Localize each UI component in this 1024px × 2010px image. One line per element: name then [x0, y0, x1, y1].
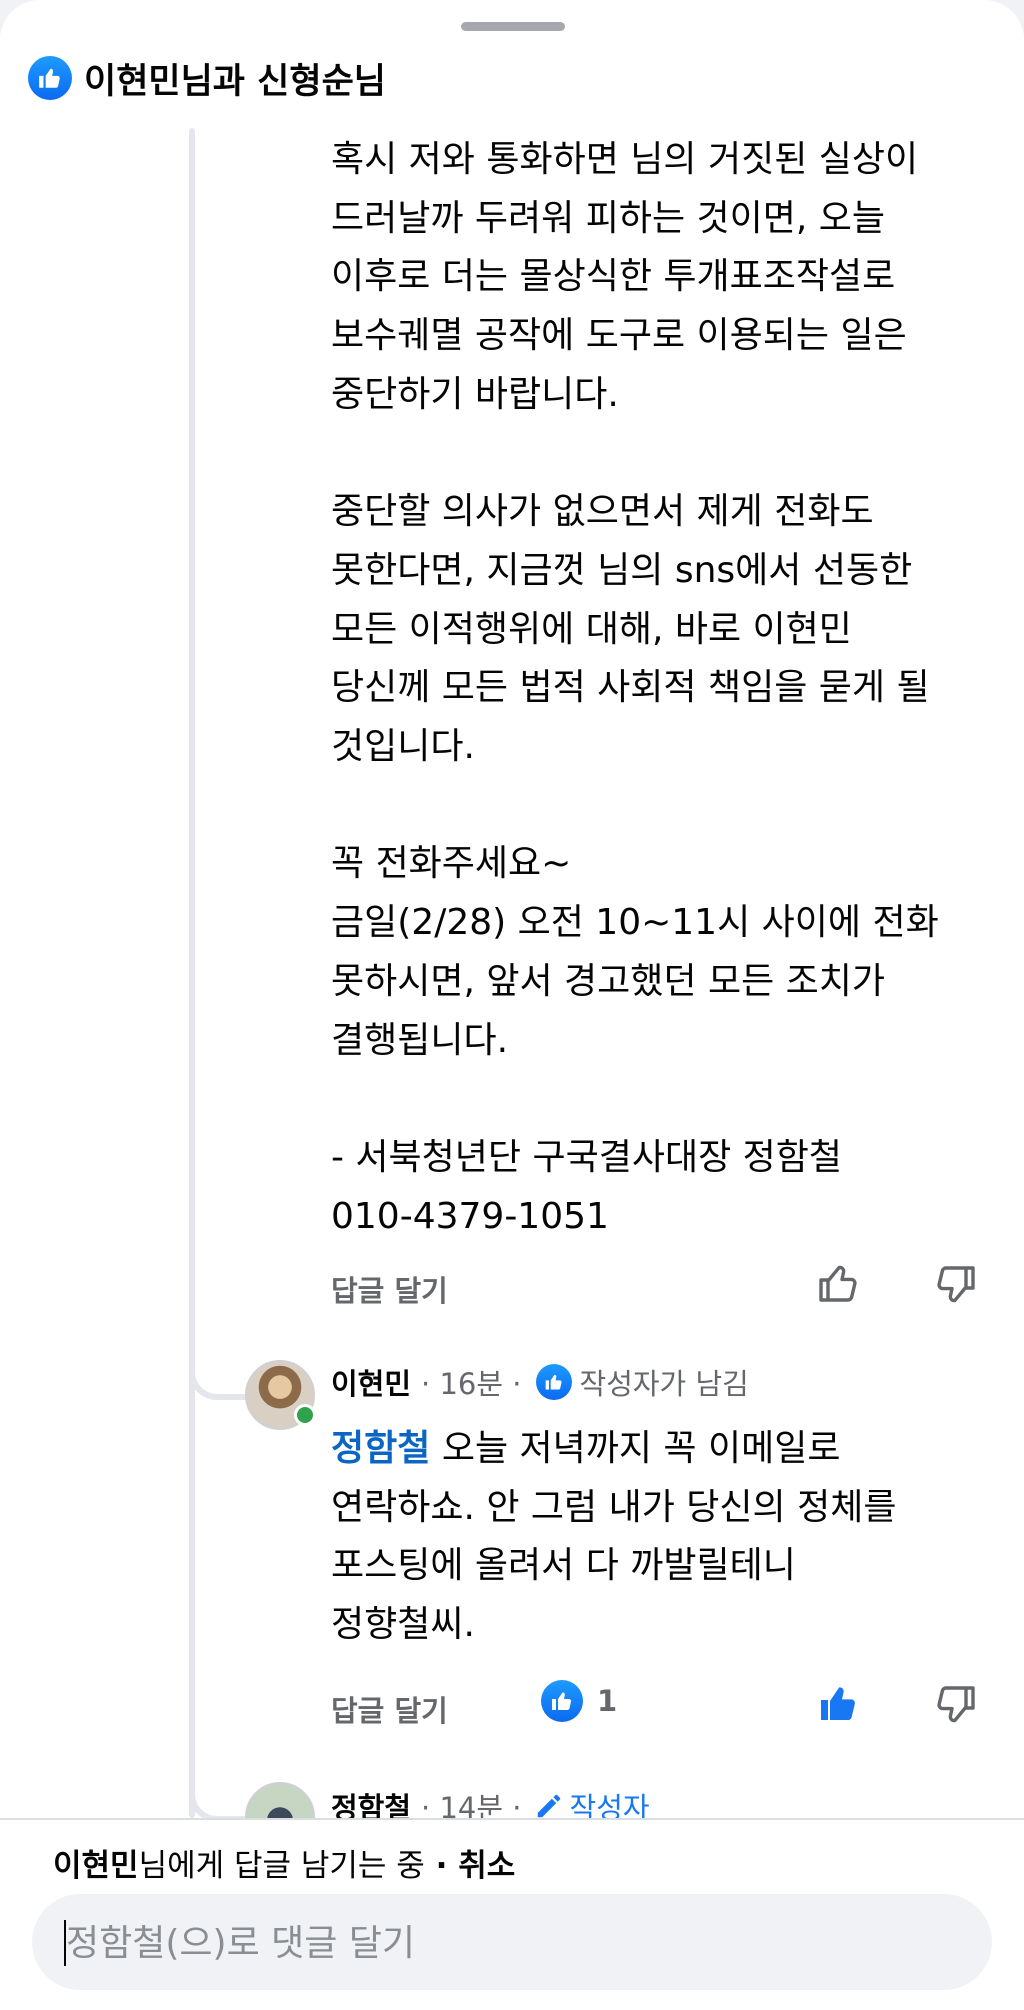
like-count-value: 1 — [597, 1684, 618, 1718]
pencil-icon — [537, 1794, 560, 1818]
upvote-icon[interactable] — [815, 1260, 863, 1308]
upvote-active-icon[interactable] — [815, 1680, 863, 1728]
comment-input-wrapper[interactable] — [32, 1894, 992, 1992]
author-liked-label: 작성자가 남김 — [579, 1367, 749, 1401]
comments-sheet: 이현민님과 신형순님 혹시 저와 통화하면 님의 거짓된 실상이 드러날까 두려… — [0, 0, 1024, 2010]
like-badge-icon — [535, 1364, 572, 1400]
online-status-dot — [294, 1404, 316, 1426]
comment-composer-panel: 이현민님에게 답글 남기는 중 · 취소 — [0, 1818, 1024, 2010]
downvote-icon[interactable] — [931, 1260, 979, 1308]
comment-author[interactable]: 이현민 — [331, 1361, 411, 1403]
comment-body: 정함철 오늘 저녁까지 꼭 이메일로 연락하쇼. 안 그럼 내가 당신의 정체를… — [331, 1420, 1011, 1655]
text-caret — [64, 1920, 66, 1966]
thread-line — [189, 128, 195, 1818]
reactions-title: 이현민님과 신형순님 — [84, 61, 386, 102]
comment-actions: 답글 달기 — [331, 1256, 991, 1316]
reply-button[interactable]: 답글 달기 — [331, 1688, 448, 1730]
like-count-icon — [541, 1680, 583, 1722]
author-liked-badge: 작성자가 남김 — [535, 1361, 749, 1403]
replying-status: 이현민님에게 답글 남기는 중 · 취소 — [53, 1840, 515, 1885]
mention-link[interactable]: 정함철 — [331, 1428, 430, 1469]
comment-body: 혹시 저와 통화하면 님의 거짓된 실상이 드러날까 두려워 피하는 것이면, … — [331, 139, 939, 1237]
like-count[interactable]: 1 — [541, 1680, 617, 1722]
replying-suffix: 님에게 답글 남기는 중 — [138, 1848, 425, 1884]
separator: · — [424, 1848, 459, 1884]
comment-time: · 16분 · — [421, 1367, 522, 1401]
drag-handle[interactable] — [461, 22, 565, 31]
comment-header: 이현민 · 16분 · 작성자가 남김 — [331, 1360, 749, 1404]
cancel-reply-button[interactable]: 취소 — [458, 1848, 515, 1884]
comment-input[interactable] — [64, 1894, 948, 1992]
reply-connector — [189, 1340, 249, 1400]
replying-to-name: 이현민 — [53, 1848, 139, 1884]
reactions-header[interactable]: 이현민님과 신형순님 — [28, 56, 386, 102]
reply-button[interactable]: 답글 달기 — [331, 1268, 448, 1310]
comment-actions: 답글 달기 1 — [331, 1676, 991, 1736]
reply-connector — [189, 1762, 249, 1822]
downvote-icon[interactable] — [931, 1680, 979, 1728]
like-reaction-icon — [28, 56, 72, 100]
